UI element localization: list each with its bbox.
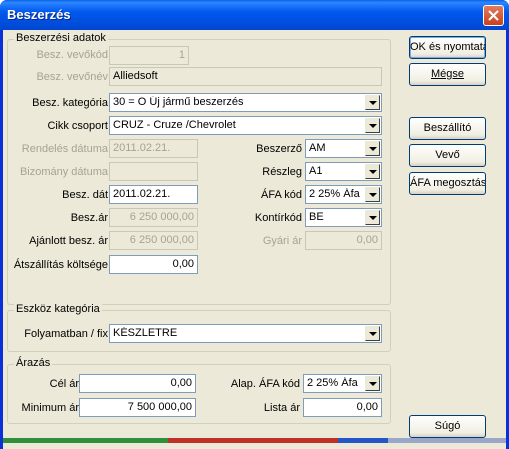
kategoria-select[interactable]: 30 = O Új jármű beszerzés xyxy=(109,93,382,112)
color-strip-green xyxy=(3,438,168,443)
color-strip-gray xyxy=(388,438,506,443)
alapafa-value: 2 25% Áfa xyxy=(307,377,358,389)
supplier-button[interactable]: Beszállító xyxy=(409,117,486,140)
customer-button[interactable]: Vevő xyxy=(409,144,486,167)
minimumar-input[interactable]: 7 500 000,00 xyxy=(79,398,196,417)
kontirkod-select[interactable]: BE xyxy=(305,208,382,227)
beszerzo-select[interactable]: AM xyxy=(305,139,382,158)
reszleg-value: A1 xyxy=(309,165,323,177)
alapafa-select[interactable]: 2 25% Áfa xyxy=(303,374,382,393)
close-icon xyxy=(488,10,499,21)
ajanlott-label: Ajánlott besz. ár xyxy=(29,235,108,247)
rendeles-field: 2011.02.21. xyxy=(109,139,198,158)
atszallitas-input[interactable]: 0,00 xyxy=(109,255,198,274)
beszar-field: 6 250 000,00 xyxy=(109,208,198,227)
gyariar-field: 0,00 xyxy=(305,231,382,250)
beszdat-input[interactable]: 2011.02.21. xyxy=(109,185,198,204)
color-strip-blue xyxy=(338,438,388,443)
color-strip xyxy=(3,438,506,443)
chevron-down-icon[interactable] xyxy=(365,376,380,391)
color-strip-red xyxy=(168,438,338,443)
chevron-down-icon[interactable] xyxy=(365,187,380,202)
kategoria-value: 30 = O Új jármű beszerzés xyxy=(113,96,244,108)
bizomany-field xyxy=(109,162,198,181)
reszleg-select[interactable]: A1 xyxy=(305,162,382,181)
beszdat-label: Besz. dát xyxy=(62,189,108,201)
alapafa-label: Alap. ÁFA kód xyxy=(230,378,300,390)
vevokod-label: Besz. vevőkód xyxy=(36,49,108,61)
chevron-down-icon[interactable] xyxy=(365,210,380,225)
beszar-label: Besz.ár xyxy=(70,212,108,224)
window-title: Beszerzés xyxy=(7,7,71,22)
chevron-down-icon[interactable] xyxy=(365,326,380,341)
celar-label: Cél ár xyxy=(49,378,79,390)
help-button[interactable]: Súgó xyxy=(409,415,486,438)
title-bar[interactable]: Beszerzés xyxy=(0,0,509,30)
cikkcsoport-label: Cikk csoport xyxy=(47,120,108,132)
kontirkod-label: Kontírkód xyxy=(254,212,302,224)
kategoria-label: Besz. kategória xyxy=(32,97,108,109)
folyamatban-select[interactable]: KÉSZLETRE xyxy=(109,324,382,343)
reszleg-label: Részleg xyxy=(262,166,302,178)
beszerzo-label: Beszerző xyxy=(256,143,302,155)
vevokod-field: 1 xyxy=(109,46,189,65)
cancel-button[interactable]: Mégse xyxy=(409,63,486,86)
chevron-down-icon[interactable] xyxy=(365,118,380,133)
minimumar-label: Minimum ár xyxy=(21,402,79,414)
cikkcsoport-value: CRUZ - Cruze /Chevrolet xyxy=(113,119,236,131)
gyariar-label: Gyári ár xyxy=(262,235,302,247)
bizomany-label: Bizomány dátuma xyxy=(19,166,108,178)
beszerzo-value: AM xyxy=(309,142,326,154)
atszallitas-label: Átszállítás költsége xyxy=(13,259,108,271)
listaar-label: Lista ár xyxy=(263,402,300,414)
chevron-down-icon[interactable] xyxy=(365,95,380,110)
chevron-down-icon[interactable] xyxy=(365,141,380,156)
kontirkod-value: BE xyxy=(309,211,324,223)
celar-input[interactable]: 0,00 xyxy=(79,374,196,393)
ajanlott-field: 6 250 000,00 xyxy=(109,231,198,250)
afakod-value: 2 25% Áfa xyxy=(309,188,360,200)
group-title-arazas: Árazás xyxy=(14,357,53,369)
listaar-input[interactable]: 0,00 xyxy=(303,398,382,417)
folyamatban-value: KÉSZLETRE xyxy=(113,327,178,339)
afakod-select[interactable]: 2 25% Áfa xyxy=(305,185,382,204)
rendeles-label: Rendelés dátuma xyxy=(21,143,108,155)
vevonev-field: Alliedsoft xyxy=(109,67,382,86)
group-title-beszerzesi: Beszerzési adatok xyxy=(14,32,108,44)
folyamatban-label: Folyamatban / fix xyxy=(24,328,108,340)
chevron-down-icon[interactable] xyxy=(365,164,380,179)
group-title-eszkoz: Eszköz kategória xyxy=(14,303,102,315)
dialog-window: Beszerzés Beszerzési adatok Besz. vevőkó… xyxy=(0,0,509,449)
cancel-button-label: Mégse xyxy=(430,68,465,80)
close-button[interactable] xyxy=(483,5,504,26)
dialog-client-area: Beszerzési adatok Besz. vevőkód 1 Besz. … xyxy=(3,30,506,449)
ok-print-button[interactable]: OK és nyomtatás xyxy=(409,36,486,59)
vat-split-button[interactable]: ÁFA megosztás xyxy=(409,172,486,195)
cikkcsoport-select[interactable]: CRUZ - Cruze /Chevrolet xyxy=(109,116,382,135)
vevonev-label: Besz. vevőnév xyxy=(36,71,108,83)
afakod-label: ÁFA kód xyxy=(261,189,302,201)
